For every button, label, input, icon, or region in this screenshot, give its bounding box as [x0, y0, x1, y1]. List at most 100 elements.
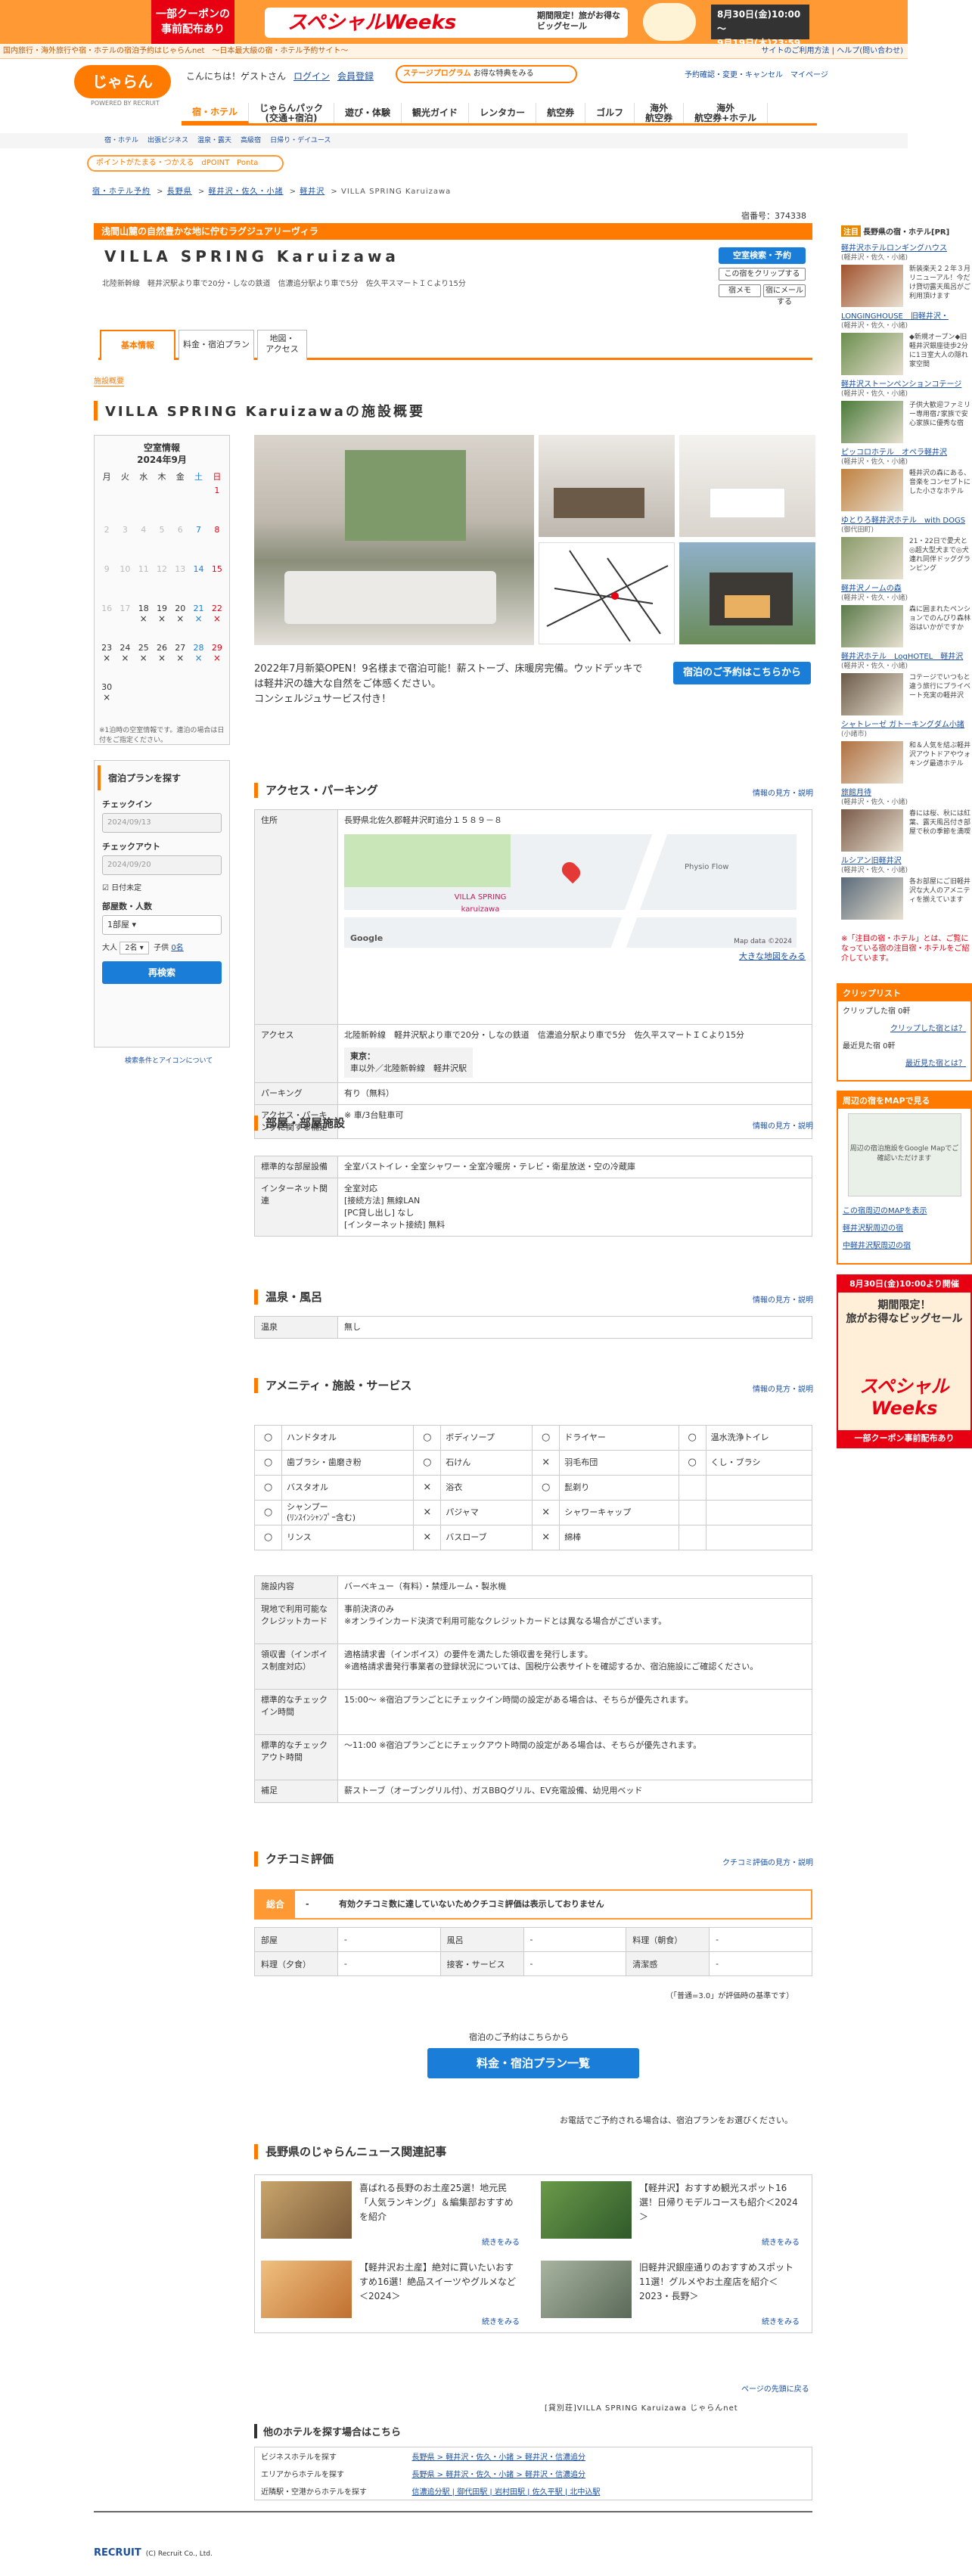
calendar-cell[interactable]: 4	[135, 525, 153, 564]
news-more-link[interactable]: 続きをみる	[482, 2315, 520, 2326]
news-item[interactable]: 喜ばれる長野のお土産25選！地元民「人気ランキング」＆編集部おすすめを紹介 続きを…	[255, 2175, 527, 2251]
calendar-cell[interactable]: 20 ×	[171, 604, 189, 643]
other-links[interactable]: 長野県 > 軽井沢・佐久・小諸 > 軽井沢・信濃追分	[406, 2465, 812, 2482]
header-right-links[interactable]: 予約確認・変更・キャンセル マイページ	[685, 68, 828, 79]
research-button[interactable]: 再検索	[102, 961, 222, 984]
sidebar-hotel-item[interactable]: 軽井沢ホテルロンギングハウス (軽井沢・佐久・小諸) 新装楽天２２年３月リニューアル…	[841, 244, 972, 309]
plan-list-button[interactable]: 料金・宿泊プラン一覧	[427, 2048, 639, 2078]
subnav-item[interactable]: 宿・ホテル	[104, 137, 138, 144]
sidebar-hotel-item[interactable]: ピッコロホテル オペラ軽井沢 (軽井沢・佐久・小諸) 軽井沢の森にある、音楽をコンセ…	[841, 448, 972, 513]
news-more-link[interactable]: 続きをみる	[482, 2236, 520, 2247]
calendar-cell[interactable]: 26 ×	[153, 643, 171, 682]
stage-program-button[interactable]: ステージプログラム お得な特典をみる	[396, 65, 577, 83]
page-top-link[interactable]: ページの先頭に戻る	[741, 2382, 809, 2394]
sidebar-hotel-name[interactable]: シャトレーゼ ガトーキングダム小諸	[841, 720, 972, 730]
news-item[interactable]: 旧軽井沢銀座通りのおすすめスポット11選！グルメやお土産店を紹介＜2023・長野…	[535, 2255, 807, 2330]
calendar-cell[interactable]: 6	[171, 525, 189, 564]
gnav-item[interactable]: 遊び・体験	[334, 103, 402, 123]
gnav-item[interactable]: 海外 航空券+ホテル	[684, 103, 769, 123]
calendar-cell[interactable]: 8	[208, 525, 226, 564]
sidebar-hotel-name[interactable]: LONGINGHOUSE 旧軽井沢・	[841, 312, 972, 321]
jalan-logo[interactable]: じゃらん	[74, 65, 171, 98]
news-more-link[interactable]: 続きをみる	[762, 2315, 800, 2326]
living-room-photo[interactable]	[254, 435, 534, 645]
clip-help-link[interactable]: クリップした宿とは？	[838, 1019, 970, 1036]
tab-basic-info[interactable]: 基本情報	[100, 330, 175, 360]
news-more-link[interactable]: 続きをみる	[762, 2236, 800, 2247]
calendar-cell[interactable]: 24 ×	[116, 643, 134, 682]
review-help-link[interactable]: クチコミ評価の見方・説明	[722, 1856, 813, 1867]
calendar-cell[interactable]: 9	[98, 564, 116, 604]
sidebar-hotel-name[interactable]: 軽井沢ホテル LogHOTEL 軽井沢	[841, 652, 972, 662]
station-link[interactable]: 軽井沢駅周辺の宿	[838, 1218, 970, 1236]
register-link[interactable]: 会員登録	[337, 71, 374, 82]
gnav-item[interactable]: じゃらんパック (交通+宿泊)	[249, 103, 335, 123]
sidebar-hotel-name[interactable]: 旅館月待	[841, 788, 972, 798]
sidebar-hotel-name[interactable]: ゆとりろ軽井沢ホテル with DOGS	[841, 516, 972, 526]
icon-help-link[interactable]: 検索条件とアイコンについて	[125, 1055, 213, 1065]
map-thumbnail[interactable]: 周辺の宿泊施設をGoogle Mapでご確認いただけます	[847, 1113, 961, 1196]
google-map[interactable]: VILLA SPRING karuizawa Physio Flow Googl…	[344, 834, 797, 948]
rooms-help-link[interactable]: 情報の見方・説明	[753, 1119, 813, 1131]
calendar-cell[interactable]: 30 ×	[98, 682, 116, 722]
promo-banner[interactable]: 一部クーポンの事前配布あり スペシャルWeeks 期間限定！旅がお得なビッグセール…	[0, 0, 908, 44]
calendar-cell[interactable]: 11	[135, 564, 153, 604]
sidebar-hotel-item[interactable]: 軽井沢ホテル LogHOTEL 軽井沢 (軽井沢・佐久・小諸) コテージでいつもと違…	[841, 652, 972, 717]
sidebar-hotel-item[interactable]: シャトレーゼ ガトーキングダム小諸 (小諸市) 和＆人気を結ぶ軽井沢アウトドアやウォ…	[841, 720, 972, 785]
rooms-select[interactable]: 1部屋 ▾	[102, 915, 222, 935]
memo-button[interactable]: 宿メモ	[719, 284, 761, 297]
date-undecided-checkbox[interactable]: ☑ 日付未定	[102, 881, 222, 892]
special-weeks-side-banner[interactable]: 8月30日(金)10:00より開催 期間限定！ 旅がお得なビッグセール スペシャ…	[837, 1274, 972, 1448]
calendar-cell[interactable]: 5	[153, 525, 171, 564]
subnav-item[interactable]: 日帰り・デイユース	[270, 137, 331, 144]
child-link[interactable]: 0名	[171, 944, 183, 952]
sidebar-hotel-item[interactable]: 軽井沢ストーンペンションコテージ (軽井沢・佐久・小諸) 子供大歓迎ファミリー専用宿…	[841, 380, 972, 445]
breadcrumb-item[interactable]: 宿・ホテル予約	[92, 188, 151, 196]
calendar-cell[interactable]: 25 ×	[135, 643, 153, 682]
calendar-cell[interactable]: 15	[208, 564, 226, 604]
calendar-cell[interactable]: 28 ×	[189, 643, 207, 682]
news-item[interactable]: 【軽井沢お土産】絶対に買いたいおすすめ16選！絶品スイーツやグルメなど＜2024…	[255, 2255, 527, 2330]
calendar-cell[interactable]: 19 ×	[153, 604, 171, 643]
gnav-item[interactable]: ゴルフ	[585, 103, 635, 123]
route-map-image[interactable]	[539, 542, 675, 644]
large-map-link[interactable]: 大きな地図をみる	[344, 951, 806, 963]
mail-button[interactable]: 宿にメールする	[763, 284, 806, 306]
calendar-cell[interactable]: 14	[189, 564, 207, 604]
bedroom-photo[interactable]	[679, 435, 815, 537]
sidebar-hotel-name[interactable]: ピッコロホテル オペラ軽井沢	[841, 448, 972, 458]
calendar-cell[interactable]: 10	[116, 564, 134, 604]
calendar-cell[interactable]: 29 ×	[208, 643, 226, 682]
subnav-item[interactable]: 高級宿	[241, 137, 261, 144]
sidebar-hotel-item[interactable]: 軽井沢ノームの森 (軽井沢・佐久・小諸) 森に囲まれたペンションでのんびり森林浴はい…	[841, 584, 972, 649]
point-bar[interactable]: ポイントがたまる・つかえる dPOINT Ponta	[87, 155, 284, 172]
amenity-help-link[interactable]: 情報の見方・説明	[753, 1383, 813, 1394]
breadcrumb-item[interactable]: 軽井沢・佐久・小諸	[209, 188, 284, 196]
other-links[interactable]: 信濃追分駅 | 御代田駅 | 岩村田駅 | 佐久平駅 | 北中込駅	[406, 2482, 812, 2500]
access-help-link[interactable]: 情報の見方・説明	[753, 787, 813, 798]
adult-select[interactable]: 2名 ▾	[120, 942, 149, 954]
onsen-help-link[interactable]: 情報の見方・説明	[753, 1293, 813, 1305]
calendar-cell[interactable]: 22 ×	[208, 604, 226, 643]
calendar-cell[interactable]: 16	[98, 604, 116, 643]
clip-button[interactable]: この宿をクリップする	[719, 268, 806, 281]
calendar-cell[interactable]: 2	[98, 525, 116, 564]
map-link[interactable]: この宿周辺のMAPを表示	[838, 1201, 970, 1218]
calendar-cell[interactable]: 12	[153, 564, 171, 604]
calendar-cell[interactable]: 27 ×	[171, 643, 189, 682]
calendar-cell[interactable]: 3	[116, 525, 134, 564]
vacancy-search-button[interactable]: 空室検索・予約	[719, 247, 806, 264]
tab-map-access[interactable]: 地図・ アクセス	[257, 330, 307, 360]
book-here-button[interactable]: 宿泊のご予約はこちらから	[673, 662, 811, 684]
calendar-cell[interactable]: 1	[208, 486, 226, 525]
subnav-item[interactable]: 出張ビジネス	[148, 137, 188, 144]
gnav-item[interactable]: 航空券	[536, 103, 586, 123]
sidebar-hotel-name[interactable]: 軽井沢ストーンペンションコテージ	[841, 380, 972, 390]
login-link[interactable]: ログイン	[293, 71, 330, 82]
gnav-item[interactable]: レンタカー	[469, 103, 537, 123]
sidebar-hotel-name[interactable]: 軽井沢ノームの森	[841, 584, 972, 594]
sidebar-hotel-item[interactable]: 旅館月待 (軽井沢・佐久・小諸) 春には桜、秋には紅葉、露天風呂付き部屋で秋の季節を…	[841, 788, 972, 853]
subnav-item[interactable]: 温泉・露天	[197, 137, 231, 144]
gnav-item[interactable]: 宿・ホテル	[182, 103, 250, 123]
other-links[interactable]: 長野県 > 軽井沢・佐久・小諸 > 軽井沢・信濃追分	[406, 2447, 812, 2466]
